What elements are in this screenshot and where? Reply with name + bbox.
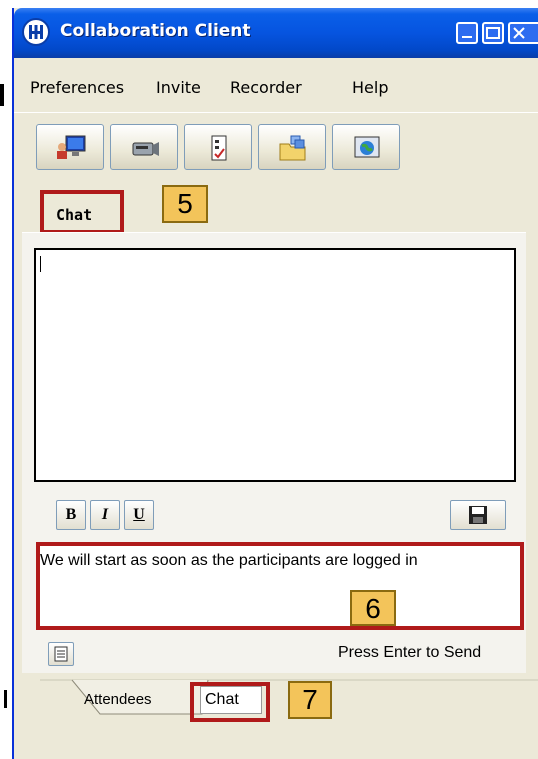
window-title: Collaboration Client xyxy=(60,21,251,41)
bold-button[interactable]: B xyxy=(56,500,86,530)
video-button[interactable] xyxy=(110,124,178,170)
share-desktop-icon xyxy=(57,135,86,159)
web-browse-button[interactable] xyxy=(332,124,400,170)
left-edge-mark-bottom xyxy=(4,690,7,708)
menu-divider xyxy=(14,112,538,113)
annotation-box-chat-tab xyxy=(40,190,124,234)
save-chat-button[interactable] xyxy=(450,500,506,530)
menu-invite[interactable]: Invite xyxy=(156,78,201,97)
web-browser-icon xyxy=(354,136,380,158)
maximize-icon xyxy=(486,27,500,39)
annotation-box-bottom-chat xyxy=(190,682,270,722)
minimize-button[interactable] xyxy=(456,22,478,44)
left-edge-mark xyxy=(0,84,4,106)
close-icon xyxy=(513,27,525,39)
menu-bar: Preferences Invite Recorder Help xyxy=(14,70,538,104)
menu-recorder[interactable]: Recorder xyxy=(230,78,302,97)
close-button[interactable] xyxy=(508,22,538,44)
annotation-box-message xyxy=(36,542,524,630)
camera-icon xyxy=(132,142,159,156)
text-caret xyxy=(40,256,41,272)
file-share-button[interactable] xyxy=(258,124,326,170)
floppy-disk-icon xyxy=(469,506,487,524)
menu-preferences[interactable]: Preferences xyxy=(30,78,124,97)
chat-log[interactable] xyxy=(34,248,516,482)
document-lines-icon xyxy=(54,646,68,662)
file-folder-icon xyxy=(279,135,306,161)
tab-attendees-label: Attendees xyxy=(84,691,152,708)
text-options-button[interactable] xyxy=(48,642,74,666)
poll-button[interactable] xyxy=(184,124,252,170)
title-bar[interactable]: Collaboration Client xyxy=(14,8,538,58)
maximize-button[interactable] xyxy=(482,22,504,44)
italic-button[interactable]: I xyxy=(90,500,120,530)
minimize-icon xyxy=(462,36,472,38)
send-hint: Press Enter to Send xyxy=(338,644,482,661)
menu-help[interactable]: Help xyxy=(352,78,388,97)
callout-5: 5 xyxy=(162,185,208,223)
share-desktop-button[interactable] xyxy=(36,124,104,170)
underline-button[interactable]: U xyxy=(124,500,154,530)
callout-6: 6 xyxy=(350,590,396,626)
callout-7: 7 xyxy=(288,681,332,719)
tab-attendees[interactable]: Attendees xyxy=(76,682,196,716)
poll-checklist-icon xyxy=(211,135,227,161)
app-logo-icon xyxy=(22,18,50,46)
